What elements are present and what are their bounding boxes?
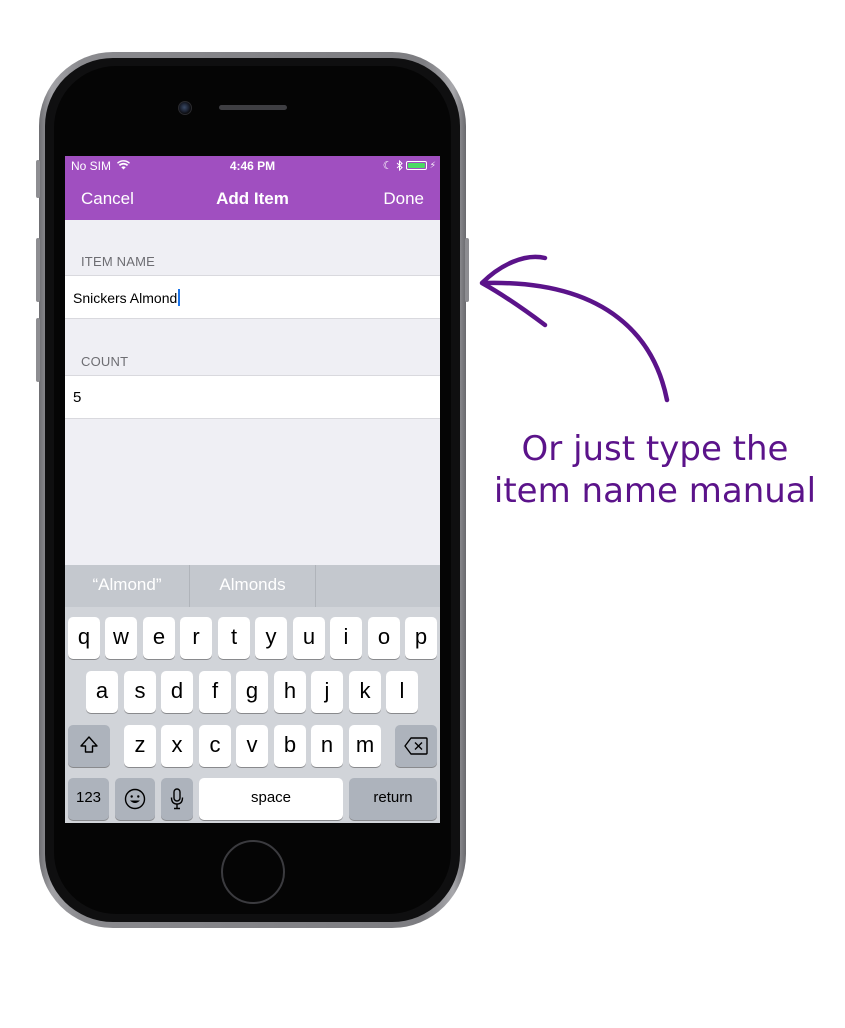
key-n[interactable]: n bbox=[311, 725, 343, 767]
key-v[interactable]: v bbox=[236, 725, 268, 767]
key-e[interactable]: e bbox=[143, 617, 175, 659]
shift-icon bbox=[80, 736, 98, 753]
key-h[interactable]: h bbox=[274, 671, 306, 713]
suggestion-2[interactable]: Almonds bbox=[190, 565, 315, 607]
key-q[interactable]: q bbox=[68, 617, 100, 659]
backspace-icon bbox=[404, 737, 428, 755]
dictation-key[interactable] bbox=[161, 778, 193, 820]
charging-icon: ⚡ bbox=[429, 160, 436, 170]
earpiece-speaker bbox=[219, 105, 287, 110]
key-m[interactable]: m bbox=[349, 725, 381, 767]
key-c[interactable]: c bbox=[199, 725, 231, 767]
numbers-key[interactable]: 123 bbox=[68, 778, 109, 820]
key-w[interactable]: w bbox=[105, 617, 137, 659]
key-l[interactable]: l bbox=[386, 671, 418, 713]
count-value[interactable]: 5 bbox=[73, 389, 81, 406]
emoji-key[interactable] bbox=[115, 778, 155, 820]
curved-arrow-icon bbox=[479, 254, 670, 403]
suggestion-1[interactable]: “Almond” bbox=[65, 565, 189, 607]
keyboard: “Almond” Almonds q w e r t y u i o p a s… bbox=[65, 565, 440, 823]
home-button[interactable] bbox=[221, 840, 285, 904]
suggestion-3[interactable] bbox=[316, 565, 440, 607]
suggestion-bar: “Almond” Almonds bbox=[65, 565, 440, 607]
text-cursor bbox=[178, 289, 181, 306]
power-button bbox=[465, 238, 469, 302]
front-camera bbox=[178, 101, 192, 115]
annotation-line-1: Or just type the bbox=[521, 429, 789, 469]
bluetooth-icon bbox=[396, 160, 403, 171]
space-key[interactable]: space bbox=[199, 778, 343, 820]
key-i[interactable]: i bbox=[330, 617, 362, 659]
backspace-key[interactable] bbox=[395, 725, 437, 767]
key-x[interactable]: x bbox=[161, 725, 193, 767]
item-name-field[interactable]: Snickers Almond bbox=[65, 275, 440, 319]
annotation-line-2: item name manual bbox=[493, 471, 817, 511]
key-a[interactable]: a bbox=[86, 671, 118, 713]
key-p[interactable]: p bbox=[405, 617, 437, 659]
shift-key[interactable] bbox=[68, 725, 110, 767]
volume-down-button bbox=[36, 318, 40, 382]
key-d[interactable]: d bbox=[161, 671, 193, 713]
key-y[interactable]: y bbox=[255, 617, 287, 659]
key-b[interactable]: b bbox=[274, 725, 306, 767]
return-key[interactable]: return bbox=[349, 778, 437, 820]
battery-icon bbox=[405, 161, 427, 170]
item-name-header: ITEM NAME bbox=[81, 254, 156, 269]
key-s[interactable]: s bbox=[124, 671, 156, 713]
emoji-icon bbox=[124, 788, 146, 810]
key-o[interactable]: o bbox=[368, 617, 400, 659]
key-u[interactable]: u bbox=[293, 617, 325, 659]
done-button[interactable]: Done bbox=[383, 189, 424, 209]
item-name-value[interactable]: Snickers Almond bbox=[73, 289, 181, 306]
microphone-icon bbox=[170, 788, 184, 810]
status-right-group: ☾ ⚡ bbox=[383, 159, 436, 172]
key-f[interactable]: f bbox=[199, 671, 231, 713]
count-header: COUNT bbox=[81, 354, 129, 369]
key-z[interactable]: z bbox=[124, 725, 156, 767]
key-g[interactable]: g bbox=[236, 671, 268, 713]
annotation-text: Or just type the item name manual bbox=[480, 428, 830, 512]
key-r[interactable]: r bbox=[180, 617, 212, 659]
key-t[interactable]: t bbox=[218, 617, 250, 659]
mute-switch bbox=[36, 160, 40, 198]
moon-icon: ☾ bbox=[382, 160, 393, 172]
key-j[interactable]: j bbox=[311, 671, 343, 713]
volume-up-button bbox=[36, 238, 40, 302]
key-k[interactable]: k bbox=[349, 671, 381, 713]
phone-screen: No SIM 4:46 PM ☾ ⚡ Cancel Add Item Done … bbox=[65, 156, 440, 823]
navigation-bar: No SIM 4:46 PM ☾ ⚡ Cancel Add Item Done bbox=[65, 156, 440, 220]
count-field[interactable]: 5 bbox=[65, 375, 440, 419]
